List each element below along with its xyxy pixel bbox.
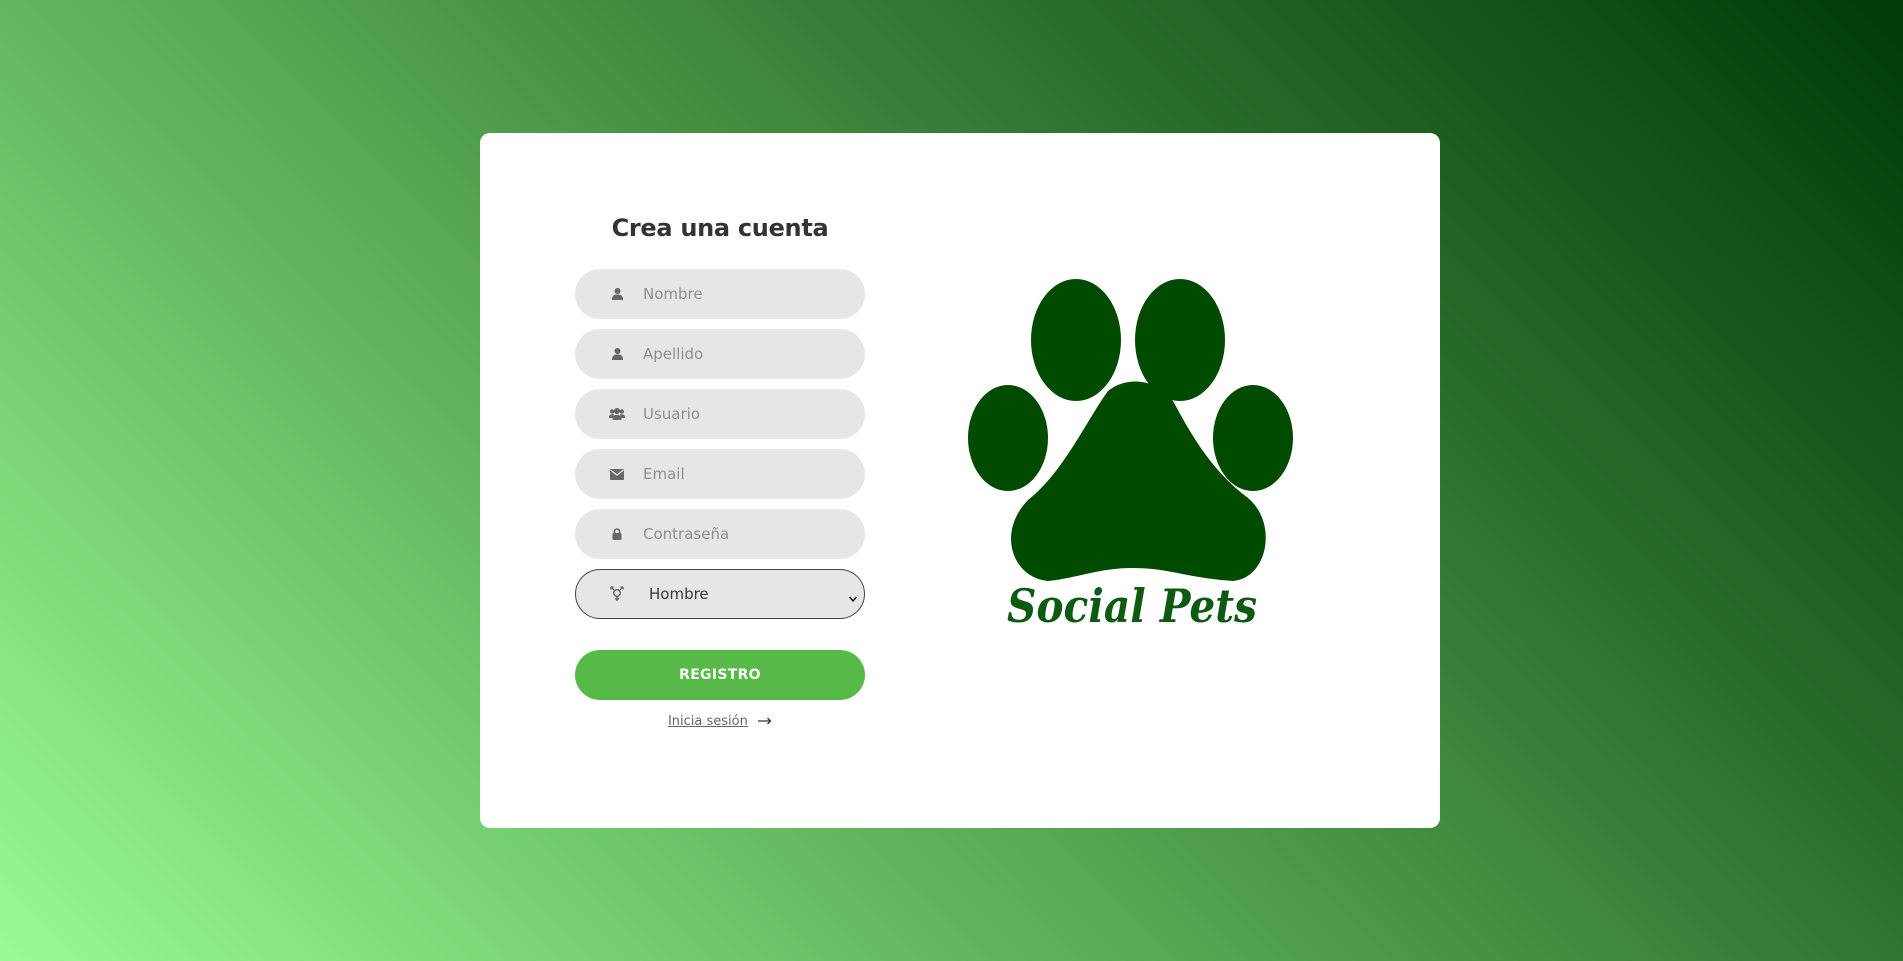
users-icon [609, 406, 625, 422]
nombre-input[interactable] [643, 269, 843, 319]
apellido-field [575, 329, 865, 379]
email-input[interactable] [643, 449, 843, 499]
chevron-down-icon [848, 589, 858, 608]
usuario-field [575, 389, 865, 439]
email-field [575, 449, 865, 499]
login-link[interactable]: Inicia sesión [668, 714, 748, 729]
login-link-label: Inicia sesión [667, 714, 748, 729]
arrow-right-icon [758, 714, 772, 729]
envelope-icon [609, 466, 625, 482]
register-card: Crea una cuenta Nombre Apellido Usuario … [480, 133, 1440, 828]
gender-select-value: Hombre [649, 585, 709, 603]
nombre-field [575, 269, 865, 319]
usuario-input[interactable] [643, 389, 843, 439]
apellido-input[interactable] [643, 329, 843, 379]
user-icon [609, 286, 625, 302]
logo-text: Social Pets [1007, 579, 1257, 633]
contrasena-field [575, 509, 865, 559]
login-link-row: Inicia sesión [575, 714, 865, 729]
register-form: Crea una cuenta Nombre Apellido Usuario … [575, 213, 865, 729]
register-button[interactable]: REGISTRO [575, 650, 865, 700]
password-input[interactable] [643, 509, 843, 559]
gender-select[interactable]: Hombre [575, 569, 865, 619]
form-fields: Hombre [575, 269, 865, 619]
paw-icon: Social Pets [968, 279, 1293, 633]
user-icon [609, 346, 625, 362]
social-pets-logo: Social Pets [968, 278, 1303, 638]
lock-icon [609, 526, 625, 542]
form-title: Crea una cuenta [611, 214, 829, 242]
transgender-icon [609, 586, 625, 602]
